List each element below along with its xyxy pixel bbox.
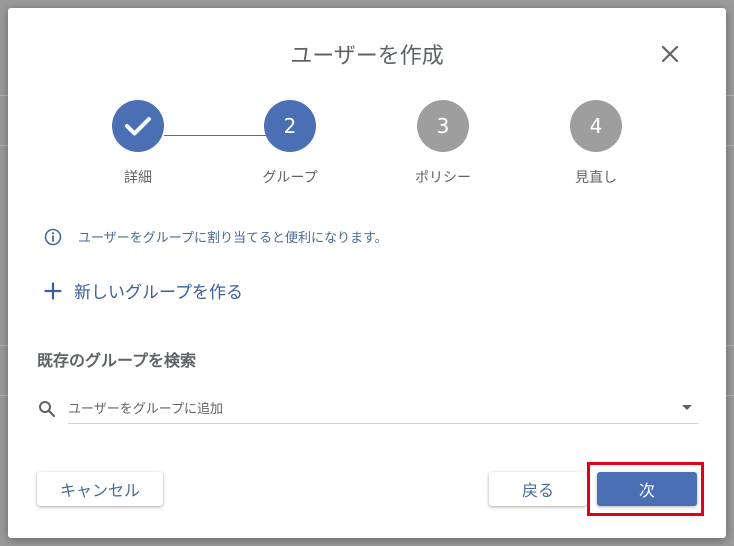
cancel-button[interactable]: キャンセル [37, 472, 163, 506]
close-button[interactable] [656, 40, 684, 68]
step-1-label: 詳細 [124, 170, 152, 186]
step-4-label: 見直し [575, 170, 617, 186]
step-1-circle [112, 100, 164, 152]
step-4: 4 見直し [536, 100, 656, 187]
chevron-down-icon[interactable] [682, 404, 692, 412]
step-3: 3 ポリシー [383, 100, 503, 187]
plus-icon [44, 281, 62, 300]
group-search-input[interactable] [68, 396, 668, 422]
step-2: 2 グループ [230, 100, 350, 187]
dialog-title: ユーザーを作成 [290, 44, 444, 69]
check-icon [125, 117, 151, 136]
create-new-group-button[interactable]: 新しいグループを作る [44, 278, 243, 303]
info-text: ユーザーをグループに割り当てると便利になります。 [78, 231, 388, 246]
highlight-box [587, 462, 704, 516]
group-search-field [38, 396, 698, 424]
info-message: ユーザーをグループに割り当てると便利になります。 [44, 227, 388, 246]
step-1: 詳細 [78, 100, 198, 187]
search-section-title: 既存のグループを検索 [37, 351, 197, 370]
step-4-circle: 4 [570, 100, 622, 152]
step-2-circle: 2 [264, 100, 316, 152]
close-icon [661, 45, 679, 63]
step-2-label: グループ [262, 170, 318, 186]
step-3-circle: 3 [417, 100, 469, 152]
stepper: 詳細 2 グループ 3 ポリシー 4 見直し [8, 100, 726, 200]
search-icon [39, 401, 56, 418]
back-button[interactable]: 戻る [489, 472, 587, 506]
step-3-label: ポリシー [415, 170, 471, 186]
create-group-label: 新しいグループを作る [74, 283, 243, 303]
create-user-dialog: ユーザーを作成 詳細 2 グループ 3 ポリシー 4 見直し ユーザーをグループ… [8, 8, 726, 538]
search-underline [68, 423, 698, 424]
info-icon [44, 228, 62, 245]
